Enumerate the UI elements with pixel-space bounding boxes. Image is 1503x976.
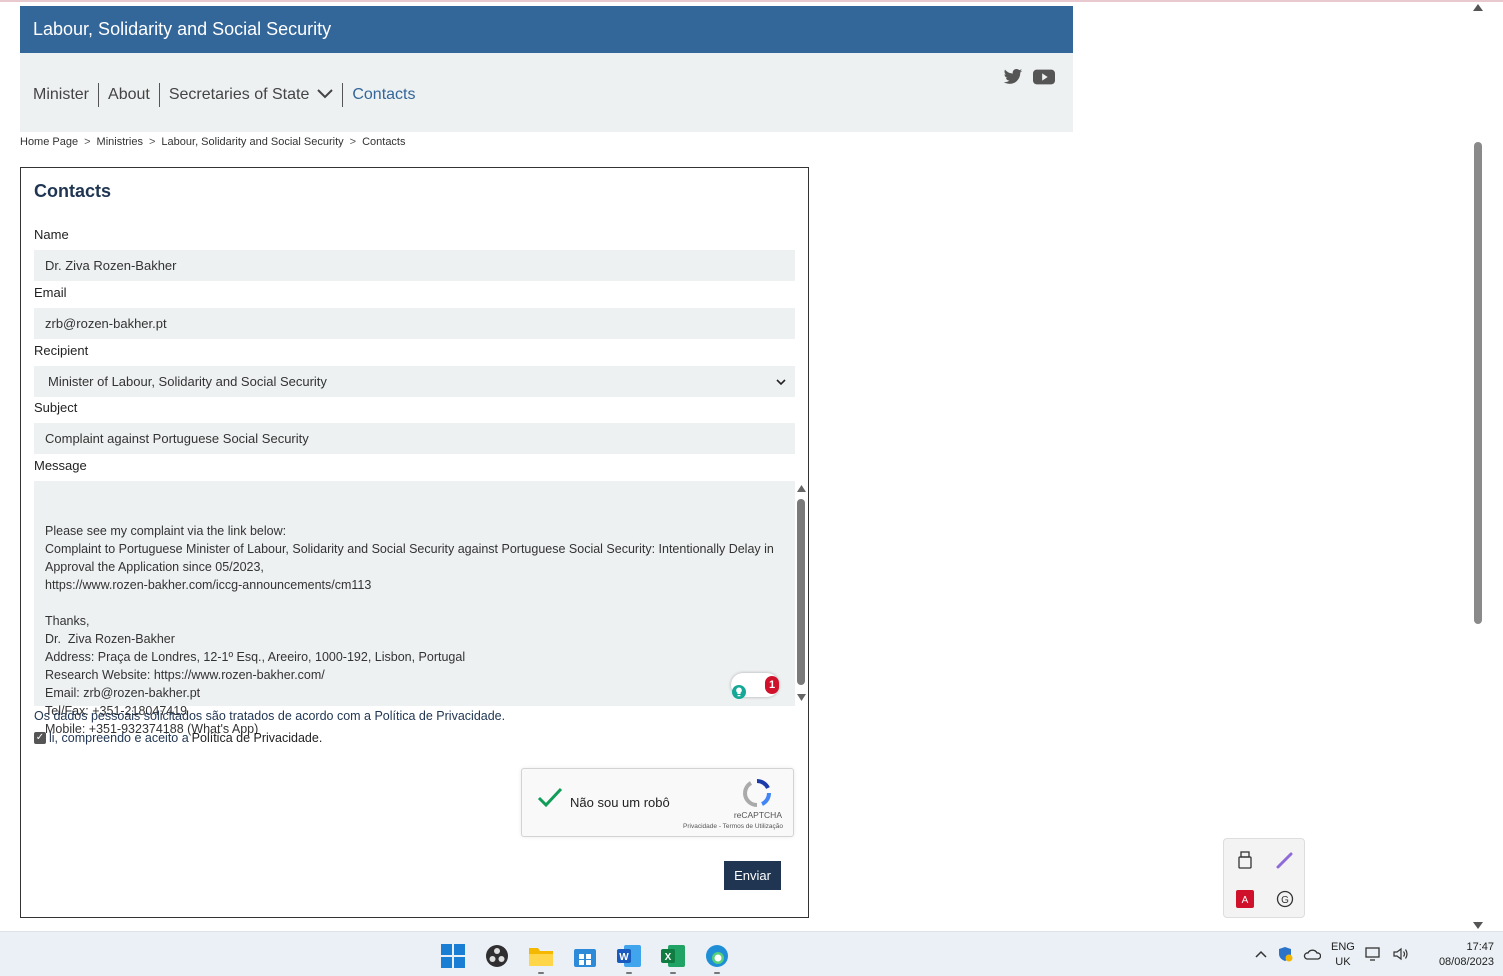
- recaptcha-label: Não sou um robô: [570, 795, 670, 810]
- bulb-icon: [731, 648, 765, 723]
- nav-item-contacts[interactable]: Contacts: [343, 83, 424, 107]
- nav-item-about[interactable]: About: [99, 83, 160, 107]
- message-scrollbar[interactable]: [794, 481, 808, 706]
- message-scroll-thumb[interactable]: [797, 499, 805, 685]
- onedrive-icon[interactable]: [1303, 948, 1322, 963]
- twitter-icon[interactable]: [1003, 68, 1023, 91]
- recaptcha-links[interactable]: Privacidade - Termos de Utilização: [683, 823, 783, 830]
- running-indicator: [538, 972, 544, 974]
- browser-top-edge: [0, 0, 1503, 2]
- running-indicator: [626, 972, 632, 974]
- email-label: Email: [34, 285, 67, 300]
- message-text: Please see my complaint via the link bel…: [45, 524, 774, 736]
- message-textarea[interactable]: Please see my complaint via the link bel…: [34, 481, 806, 736]
- grammarly-count-badge: 1: [765, 676, 779, 694]
- scroll-up-icon[interactable]: [1473, 4, 1483, 11]
- language-indicator[interactable]: ENG UK: [1331, 940, 1355, 970]
- site-header: Labour, Solidarity and Social Security: [20, 6, 1073, 53]
- main-nav: Minister About Secretaries of State Cont…: [20, 53, 1073, 132]
- svg-text:A: A: [1242, 895, 1249, 906]
- breadcrumb-separator: >: [148, 136, 156, 148]
- adobe-icon[interactable]: A: [1225, 879, 1265, 919]
- windows-start-icon[interactable]: [437, 940, 469, 972]
- taskbar: W X ENG UK 17:47 08/08/2023: [0, 931, 1503, 976]
- pen-icon[interactable]: [1265, 840, 1305, 880]
- excel-icon[interactable]: X: [657, 940, 689, 974]
- chevron-down-icon: [776, 374, 786, 389]
- network-icon[interactable]: [1365, 946, 1383, 965]
- grammarly-icon[interactable]: G: [1265, 879, 1305, 919]
- svg-text:W: W: [619, 952, 629, 963]
- tray-overflow-popup: A G: [1223, 838, 1305, 918]
- language-region: UK: [1335, 956, 1351, 968]
- usb-icon[interactable]: [1225, 840, 1265, 880]
- breadcrumb-ministries[interactable]: Ministries: [97, 136, 143, 148]
- recaptcha-logo-icon: [742, 778, 772, 813]
- edge-icon[interactable]: [701, 940, 733, 974]
- store-icon[interactable]: [569, 940, 601, 972]
- chevron-up-icon[interactable]: [1255, 949, 1267, 961]
- defender-icon[interactable]: [1277, 946, 1293, 965]
- subject-label: Subject: [34, 400, 78, 415]
- word-icon[interactable]: W: [613, 940, 645, 974]
- submit-button[interactable]: Enviar: [724, 861, 781, 890]
- consent-row: ✓ li, compreendo e aceito a Política de …: [34, 731, 322, 745]
- obs-icon[interactable]: [481, 940, 513, 972]
- breadcrumb-ministry[interactable]: Labour, Solidarity and Social Security: [161, 136, 343, 148]
- page-title: Contacts: [34, 181, 112, 201]
- breadcrumb-separator: >: [84, 136, 91, 148]
- chevron-down-icon: [317, 83, 334, 107]
- message-label: Message: [34, 458, 87, 473]
- volume-icon[interactable]: [1393, 947, 1409, 964]
- file-explorer-icon[interactable]: [525, 940, 557, 974]
- contact-form: Contacts Name Dr. Ziva Rozen-Bakher Emai…: [20, 167, 809, 918]
- recipient-label: Recipient: [34, 343, 89, 358]
- clock-time: 17:47: [1466, 941, 1494, 953]
- running-indicator: [670, 972, 676, 974]
- nav-item-minister[interactable]: Minister: [33, 83, 100, 107]
- grammarly-widget[interactable]: 1: [731, 673, 779, 699]
- svg-text:X: X: [665, 952, 672, 963]
- scroll-down-icon[interactable]: [1473, 922, 1483, 929]
- page-scrollbar[interactable]: [1470, 2, 1487, 931]
- checkmark-icon[interactable]: [537, 787, 563, 814]
- name-field[interactable]: Dr. Ziva Rozen-Bakher: [34, 250, 795, 281]
- subject-field[interactable]: Complaint against Portuguese Social Secu…: [34, 423, 795, 454]
- privacy-policy-link[interactable]: Política de Privacidade.: [374, 709, 505, 723]
- running-indicator: [714, 972, 720, 974]
- system-clock[interactable]: 17:47 08/08/2023: [1439, 940, 1494, 970]
- privacy-notice: Os dados pessoais solicitados são tratad…: [34, 709, 505, 723]
- clock-date: 08/08/2023: [1438, 956, 1494, 968]
- youtube-icon[interactable]: [1033, 68, 1055, 91]
- page-scroll-thumb[interactable]: [1474, 142, 1482, 624]
- consent-text: li, compreendo e aceito a: [49, 731, 189, 745]
- nav-item-secretaries[interactable]: Secretaries of State: [160, 83, 344, 107]
- breadcrumb-separator: >: [349, 136, 357, 148]
- email-field[interactable]: zrb@rozen-bakher.pt: [34, 308, 795, 339]
- recipient-select[interactable]: Minister of Labour, Solidarity and Socia…: [34, 366, 795, 397]
- breadcrumb: Home Page > Ministries > Labour, Solidar…: [20, 136, 406, 148]
- consent-checkbox[interactable]: ✓: [34, 732, 46, 744]
- recaptcha-brand: reCAPTCHA: [733, 810, 782, 820]
- svg-text:G: G: [1281, 895, 1289, 906]
- site-title[interactable]: Labour, Solidarity and Social Security: [33, 19, 331, 39]
- privacy-text: Os dados pessoais solicitados são tratad…: [34, 709, 375, 723]
- recaptcha-widget: Não sou um robô reCAPTCHA Privacidade - …: [521, 768, 794, 837]
- language-code: ENG: [1331, 941, 1355, 953]
- recipient-value: Minister of Labour, Solidarity and Socia…: [48, 374, 327, 389]
- consent-policy-link[interactable]: Política de Privacidade.: [192, 731, 323, 745]
- name-label: Name: [34, 227, 69, 242]
- nav-item-secretaries-label: Secretaries of State: [168, 86, 310, 103]
- breadcrumb-home[interactable]: Home Page: [20, 136, 78, 148]
- breadcrumb-current: Contacts: [362, 136, 406, 148]
